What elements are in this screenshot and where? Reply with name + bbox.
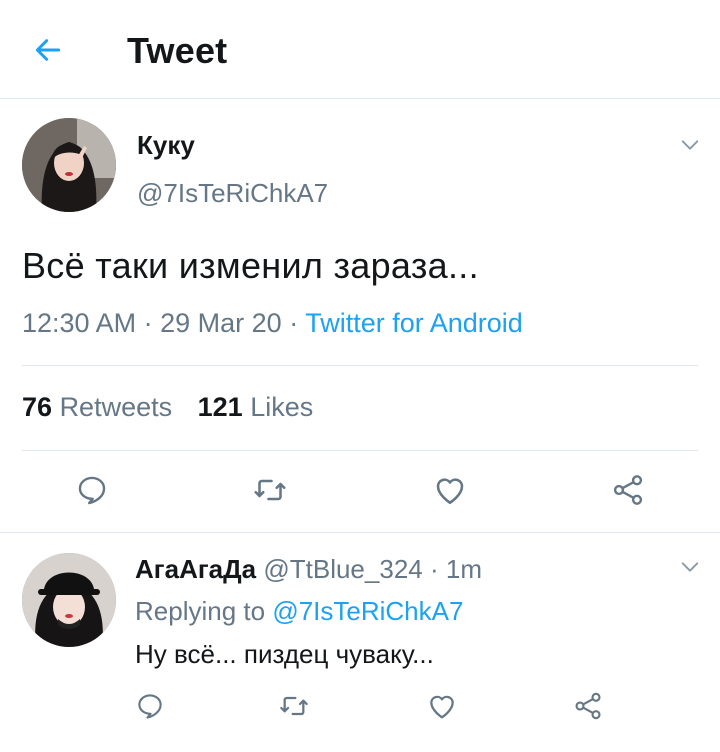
main-tweet: Куку @7IsTeRiChkA7 Всё таки изменил зара…: [0, 100, 720, 533]
share-icon: [613, 475, 643, 505]
tweet-meta: 12:30 AM · 29 Mar 20 · Twitter for Andro…: [22, 308, 523, 339]
share-icon: [575, 692, 601, 720]
share-button[interactable]: [606, 468, 650, 512]
retweet-icon: [254, 479, 286, 501]
retweets-stat[interactable]: 76 Retweets: [22, 392, 172, 422]
reply-user-handle[interactable]: @TtBlue_324: [263, 554, 422, 584]
replying-to-label: Replying to: [135, 596, 266, 626]
tweet-text: Всё таки изменил зараза...: [22, 245, 479, 286]
divider: [22, 365, 698, 366]
reply-icon: [138, 694, 162, 719]
tweet-stats: 76 Retweets 121 Likes: [22, 392, 313, 423]
meta-separator: ·: [429, 554, 439, 584]
arrow-left-icon: [35, 39, 61, 61]
reply-actions: [0, 684, 720, 728]
display-name[interactable]: Куку: [137, 130, 195, 161]
retweet-icon: [280, 696, 308, 716]
top-bar: Tweet: [0, 0, 720, 99]
replying-to: Replying to @7IsTeRiChkA7: [135, 596, 463, 627]
chevron-down-icon: [681, 562, 699, 572]
more-options-button[interactable]: [675, 130, 705, 160]
chevron-down-icon: [681, 140, 699, 150]
retweets-count: 76: [22, 392, 53, 422]
heart-icon: [436, 478, 464, 505]
tweet-time: 12:30 AM: [22, 308, 137, 338]
reply-more-options-button[interactable]: [675, 552, 705, 582]
reply-button[interactable]: [70, 468, 114, 512]
reply-text: Ну всё... пиздец чуваку...: [135, 639, 434, 669]
divider: [22, 450, 698, 451]
like-button[interactable]: [428, 468, 472, 512]
tweet-actions: [0, 465, 720, 515]
likes-count: 121: [197, 392, 243, 422]
like-button[interactable]: [420, 684, 464, 728]
reply-header: АгаАгаДа @TtBlue_324 · 1m: [135, 554, 482, 585]
reply-icon: [78, 476, 106, 505]
reply-time: 1m: [445, 554, 483, 584]
likes-label: Likes: [250, 392, 314, 422]
meta-separator: ·: [143, 308, 153, 338]
page-title: Tweet: [127, 30, 228, 71]
reply-tweet[interactable]: АгаАгаДа @TtBlue_324 · 1m Replying to @7…: [0, 534, 720, 752]
share-button[interactable]: [566, 684, 610, 728]
reply-display-name[interactable]: АгаАгаДа: [135, 554, 256, 584]
avatar-image: [22, 118, 116, 212]
avatar[interactable]: [22, 118, 116, 212]
retweets-label: Retweets: [59, 392, 173, 422]
user-handle[interactable]: @7IsTeRiChkA7: [137, 178, 328, 209]
tweet-date: 29 Mar 20: [160, 308, 282, 338]
retweet-button[interactable]: [248, 468, 292, 512]
retweet-button[interactable]: [272, 684, 316, 728]
likes-stat[interactable]: 121 Likes: [198, 392, 314, 422]
tweet-source-link[interactable]: Twitter for Android: [305, 308, 523, 338]
heart-icon: [430, 695, 454, 719]
meta-separator: ·: [289, 308, 299, 338]
mention-link[interactable]: @7IsTeRiChkA7: [272, 596, 463, 626]
back-button[interactable]: [28, 30, 68, 70]
reply-button[interactable]: [128, 684, 172, 728]
